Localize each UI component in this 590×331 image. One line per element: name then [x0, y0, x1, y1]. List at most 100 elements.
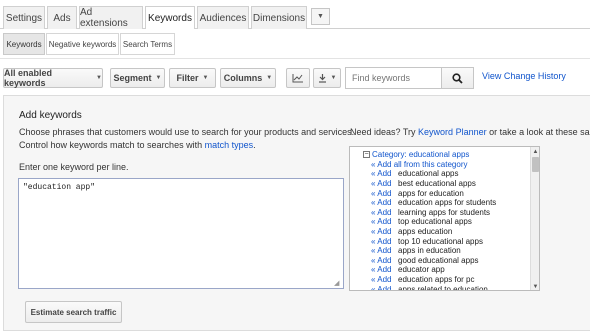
need-ideas-suffix: or take a look at these sample	[489, 127, 590, 137]
line-chart-icon	[292, 74, 303, 83]
keyword-ideas-content: − Category: educational apps « Add all f…	[350, 147, 530, 291]
columns-dropdown[interactable]: Columns ▼	[220, 68, 276, 88]
match-types-link[interactable]: match types	[205, 140, 254, 150]
keyword-idea-text: educator app	[398, 265, 445, 275]
add-keyword-link[interactable]: « Add	[371, 275, 398, 284]
subtab-search-terms[interactable]: Search Terms	[120, 33, 175, 55]
keyword-idea-row: « Add apps for education	[350, 188, 530, 198]
keyword-idea-row: « Add apps related to education	[350, 284, 530, 291]
add-keywords-panel: Add keywords Choose phrases that custome…	[3, 95, 590, 331]
keyword-idea-row: « Add best educational apps	[350, 179, 530, 189]
tab-dimensions[interactable]: Dimensions	[251, 6, 307, 29]
add-keyword-link[interactable]: « Add	[371, 217, 398, 226]
segment-dropdown[interactable]: Segment ▼	[110, 68, 165, 88]
add-keyword-link[interactable]: « Add	[371, 227, 398, 236]
add-keyword-link[interactable]: « Add	[371, 189, 398, 198]
chart-toggle-button[interactable]	[286, 68, 310, 88]
view-change-history-link[interactable]: View Change History	[482, 71, 566, 81]
tab-ad-extensions[interactable]: Ad extensions	[79, 6, 143, 29]
keyword-idea-text: apps related to education	[398, 284, 488, 291]
tab-settings[interactable]: Settings	[3, 6, 45, 29]
columns-label: Columns	[223, 73, 263, 83]
magnifier-icon	[452, 72, 463, 84]
filter-dropdown[interactable]: Filter ▼	[169, 68, 216, 88]
all-enabled-keywords-dropdown[interactable]: All enabled keywords ▼	[3, 68, 103, 88]
keyword-idea-row: « Add apps in education	[350, 246, 530, 256]
keyword-idea-text: apps for education	[398, 188, 464, 198]
caret-down-icon: ▼	[330, 75, 337, 81]
scroll-down-icon[interactable]: ▼	[531, 282, 539, 290]
keyword-idea-text: top educational apps	[398, 217, 472, 227]
keyword-idea-text: education apps for students	[398, 198, 497, 208]
subtab-keywords[interactable]: Keywords	[3, 33, 45, 55]
keyword-idea-row: « Add learning apps for students	[350, 208, 530, 218]
caret-down-icon: ▼	[317, 13, 324, 20]
keyword-idea-row: « Add educator app	[350, 265, 530, 275]
category-row[interactable]: − Category: educational apps	[350, 150, 530, 160]
collapse-toggle-icon[interactable]: −	[363, 151, 370, 159]
ideas-scrollbar[interactable]: ▲ ▼	[530, 147, 539, 290]
keyword-planner-link[interactable]: Keyword Planner	[418, 127, 487, 137]
keyword-ideas-list: − Category: educational apps « Add all f…	[349, 146, 540, 291]
keyword-idea-text: best educational apps	[398, 179, 476, 189]
keyword-toolbar: All enabled keywords ▼ Segment ▼ Filter …	[0, 59, 590, 93]
filter-label: Filter	[176, 73, 199, 83]
keyword-idea-row: « Add good educational apps	[350, 256, 530, 266]
keyword-idea-row: « Add apps education	[350, 227, 530, 237]
top-tab-bar: Settings Ads Ad extensions Keywords Audi…	[0, 0, 590, 30]
resize-grip-icon[interactable]: ◢	[334, 279, 343, 288]
scroll-up-icon[interactable]: ▲	[531, 147, 539, 157]
add-keyword-link[interactable]: « Add	[371, 246, 398, 255]
add-keyword-link[interactable]: « Add	[371, 208, 398, 217]
keyword-idea-row: « Add top educational apps	[350, 217, 530, 227]
add-keyword-link[interactable]: « Add	[371, 256, 398, 265]
add-all-link[interactable]: « Add all from this category	[371, 160, 468, 169]
estimate-search-traffic-button[interactable]: Estimate search traffic	[25, 301, 122, 323]
keyword-idea-text: good educational apps	[398, 255, 479, 265]
need-ideas-prefix: Need ideas? Try	[350, 127, 419, 137]
add-keyword-link[interactable]: « Add	[371, 169, 398, 178]
add-keyword-link[interactable]: « Add	[371, 237, 398, 246]
find-keywords-input[interactable]	[345, 67, 441, 89]
keyword-idea-text: learning apps for students	[398, 207, 491, 217]
search-button[interactable]	[441, 67, 474, 89]
tab-ads[interactable]: Ads	[47, 6, 77, 29]
keyword-idea-text: apps in education	[398, 246, 461, 256]
tab-audiences[interactable]: Audiences	[197, 6, 249, 29]
panel-title: Add keywords	[19, 110, 82, 121]
match-types-suffix: .	[253, 140, 256, 150]
add-keyword-link[interactable]: « Add	[371, 265, 398, 274]
keyword-idea-row: « Add educational apps	[350, 169, 530, 179]
add-keyword-link[interactable]: « Add	[371, 285, 398, 290]
match-types-prefix: Control how keywords match to searches w…	[19, 140, 205, 150]
tab-keywords[interactable]: Keywords	[145, 6, 195, 30]
scroll-thumb[interactable]	[532, 157, 539, 172]
keywords-textarea[interactable]: "education app"	[18, 178, 344, 289]
keyword-idea-text: education apps for pc	[398, 275, 475, 285]
subtab-negative-keywords[interactable]: Negative keywords	[46, 33, 119, 55]
add-all-row: « Add all from this category	[350, 160, 530, 170]
keyword-input-label: Enter one keyword per line.	[19, 162, 129, 172]
keyword-idea-row: « Add education apps for pc	[350, 275, 530, 285]
add-keyword-link[interactable]: « Add	[371, 198, 398, 207]
caret-down-icon: ▼	[155, 75, 162, 81]
caret-down-icon: ▼	[96, 75, 102, 81]
download-dropdown[interactable]: ▼	[313, 68, 341, 88]
need-ideas-text: Need ideas? Try Keyword Planner or take …	[350, 127, 590, 137]
download-icon	[318, 74, 326, 83]
match-types-description: Control how keywords match to searches w…	[19, 140, 256, 150]
keyword-idea-row: « Add top 10 educational apps	[350, 236, 530, 246]
keyword-idea-text: top 10 educational apps	[398, 236, 483, 246]
caret-down-icon: ▼	[266, 75, 273, 81]
add-keyword-link[interactable]: « Add	[371, 179, 398, 188]
keyword-idea-row: « Add education apps for students	[350, 198, 530, 208]
caret-down-icon: ▼	[202, 75, 209, 81]
keyword-idea-text: apps education	[398, 227, 453, 237]
keyword-idea-text: educational apps	[398, 169, 459, 179]
more-tabs-button[interactable]: ▼	[311, 8, 330, 25]
category-label[interactable]: Category: educational apps	[372, 150, 469, 159]
panel-description: Choose phrases that customers would use …	[19, 127, 355, 137]
segment-label: Segment	[113, 73, 152, 83]
sub-tab-bar: Keywords Negative keywords Search Terms	[0, 29, 590, 59]
all-enabled-keywords-label: All enabled keywords	[4, 68, 53, 88]
